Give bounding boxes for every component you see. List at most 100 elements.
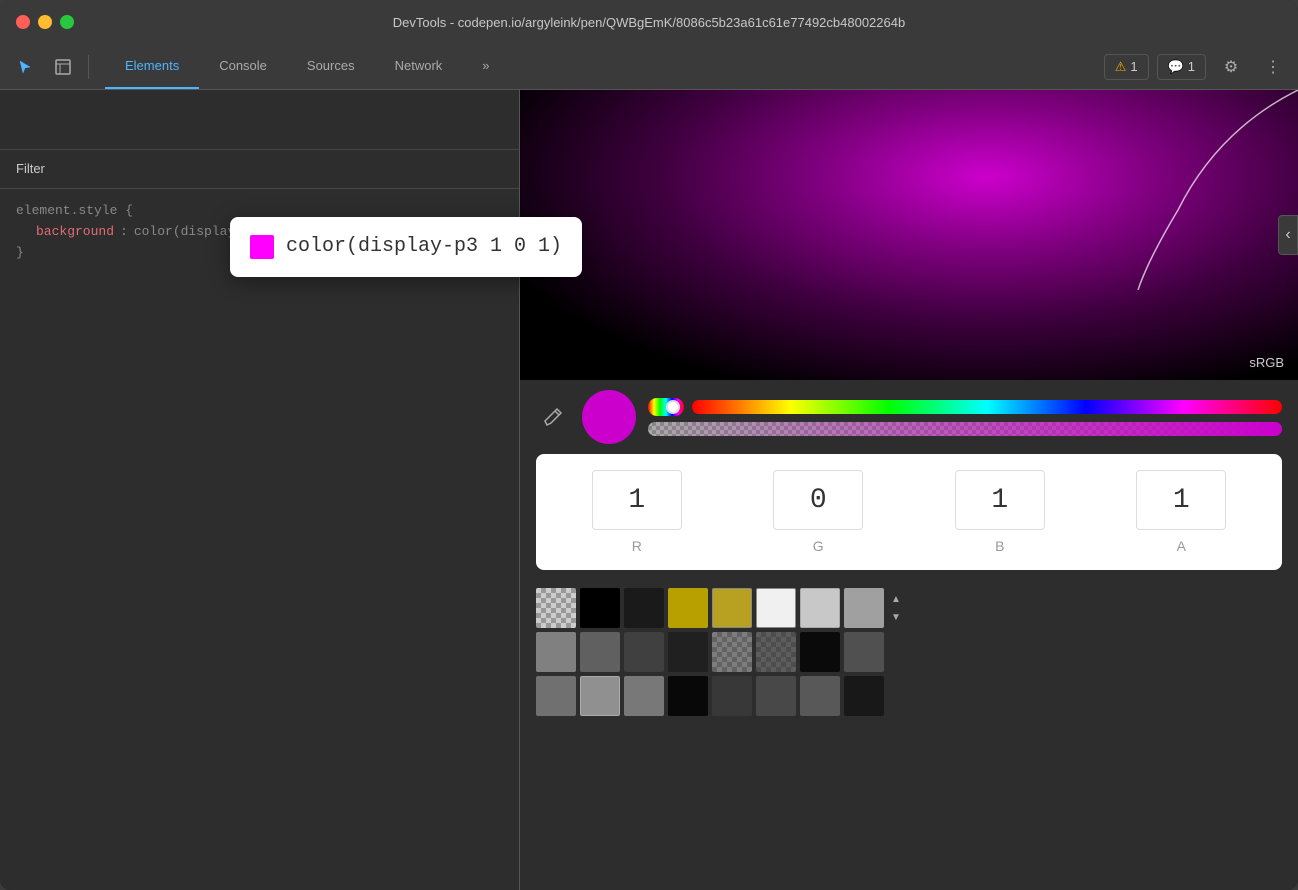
messages-button[interactable]: 💬 1: [1157, 54, 1206, 80]
swatches-area: ▲ ▼: [520, 580, 1298, 890]
swatch-white[interactable]: [756, 588, 796, 628]
tooltip-color-text: color(display-p3 1 0 1): [286, 231, 562, 263]
devtools-window: DevTools - codepen.io/argyleink/pen/QWBg…: [0, 0, 1298, 890]
main-tabs: Elements Console Sources Network »: [105, 44, 510, 89]
tab-network[interactable]: Network: [375, 44, 463, 89]
channel-r-input[interactable]: 1: [592, 470, 682, 530]
left-panel: element.style { background : color(displ…: [0, 90, 520, 890]
swatch-gray1[interactable]: [844, 588, 884, 628]
swatch-dark3[interactable]: [756, 676, 796, 716]
color-sliders: [648, 398, 1282, 436]
warning-icon: ⚠: [1115, 59, 1127, 75]
swatches-row-1: ▲ ▼: [536, 588, 1282, 628]
swatch-dark5[interactable]: [844, 676, 884, 716]
color-inputs-panel: 1 R 0 G 1 B: [536, 454, 1282, 570]
swatch-check3[interactable]: [756, 632, 796, 672]
collapse-panel-button[interactable]: ‹: [1278, 215, 1298, 255]
filter-bar: [0, 150, 519, 189]
swatch-transparent[interactable]: [536, 588, 576, 628]
color-picker-panel: sRGB ‹: [520, 90, 1298, 890]
channel-a-input[interactable]: 1: [1136, 470, 1226, 530]
settings-button[interactable]: ⚙: [1214, 50, 1248, 84]
closing-brace: }: [16, 245, 24, 260]
channel-b-input[interactable]: 1: [955, 470, 1045, 530]
swatch-dark2[interactable]: [712, 676, 752, 716]
tab-console[interactable]: Console: [199, 44, 287, 89]
swatch-gray4[interactable]: [624, 632, 664, 672]
swatch-light1[interactable]: [800, 588, 840, 628]
filter-input[interactable]: [16, 161, 503, 176]
srgb-label: sRGB: [1249, 355, 1284, 370]
maximize-button[interactable]: [60, 15, 74, 29]
warnings-button[interactable]: ⚠ 1: [1104, 54, 1149, 80]
channel-r-label: R: [632, 538, 642, 554]
more-options-button[interactable]: ⋮: [1256, 50, 1290, 84]
eyedropper-button[interactable]: [536, 400, 570, 434]
channel-a-group: 1 A: [1136, 470, 1226, 554]
swatch-gray9[interactable]: [624, 676, 664, 716]
message-icon: 💬: [1168, 59, 1184, 75]
swatch-gray3[interactable]: [580, 632, 620, 672]
message-count: 1: [1188, 59, 1195, 74]
warning-count: 1: [1130, 59, 1137, 74]
hue-slider-row: [648, 398, 1282, 416]
devtools-toolbar: Elements Console Sources Network » ⚠ 1 💬: [0, 44, 1298, 90]
color-controls-row: [520, 380, 1298, 454]
color-channels: 1 R 0 G 1 B: [552, 470, 1266, 554]
swatch-gray2[interactable]: [536, 632, 576, 672]
ellipsis-icon: ⋮: [1265, 57, 1281, 77]
swatches-row-2: [536, 632, 1282, 672]
alpha-slider[interactable]: [648, 422, 1282, 436]
tab-sources[interactable]: Sources: [287, 44, 375, 89]
window-title: DevTools - codepen.io/argyleink/pen/QWBg…: [393, 15, 905, 30]
main-content: element.style { background : color(displ…: [0, 90, 1298, 890]
swatch-gray6[interactable]: [844, 632, 884, 672]
channel-g-group: 0 G: [773, 470, 863, 554]
swatch-black[interactable]: [580, 588, 620, 628]
swatches-grid: ▲ ▼: [536, 588, 1282, 716]
swatch-very-dark[interactable]: [668, 676, 708, 716]
cursor-icon[interactable]: [8, 50, 42, 84]
color-gradient[interactable]: sRGB: [520, 90, 1298, 380]
swatches-row-3: [536, 676, 1282, 716]
traffic-lights: [16, 15, 74, 29]
swatch-gray7[interactable]: [536, 676, 576, 716]
close-button[interactable]: [16, 15, 30, 29]
scroll-up-button[interactable]: ▲: [888, 591, 904, 607]
tooltip-color-swatch[interactable]: [250, 235, 274, 259]
swatch-check2[interactable]: [712, 632, 752, 672]
swatch-dark4[interactable]: [800, 676, 840, 716]
styles-code-area: element.style { background : color(displ…: [0, 189, 519, 275]
color-tooltip-popup: color(display-p3 1 0 1): [230, 217, 582, 277]
gamut-curve: [1098, 90, 1298, 290]
scroll-down-button[interactable]: ▼: [888, 609, 904, 625]
color-preview-area[interactable]: sRGB ‹: [520, 90, 1298, 380]
swatch-gold2[interactable]: [712, 588, 752, 628]
hue-slider[interactable]: [692, 400, 1282, 414]
swatch-gray5[interactable]: [668, 632, 708, 672]
swatches-scroll-controls: ▲ ▼: [888, 591, 904, 625]
swatch-near-black[interactable]: [800, 632, 840, 672]
titlebar: DevTools - codepen.io/argyleink/pen/QWBg…: [0, 0, 1298, 44]
channel-b-value: 1: [991, 485, 1008, 516]
tab-more[interactable]: »: [462, 44, 509, 89]
color-circle-preview[interactable]: [582, 390, 636, 444]
swatch-dark1[interactable]: [624, 588, 664, 628]
channel-r-group: 1 R: [592, 470, 682, 554]
channel-g-value: 0: [810, 485, 827, 516]
channel-a-value: 1: [1173, 485, 1190, 516]
channel-a-label: A: [1177, 538, 1186, 554]
hue-toggle[interactable]: [648, 398, 684, 416]
channel-b-group: 1 B: [955, 470, 1045, 554]
minimize-button[interactable]: [38, 15, 52, 29]
toolbar-divider: [88, 55, 89, 79]
swatch-gray8[interactable]: [580, 676, 620, 716]
channel-b-label: B: [995, 538, 1004, 554]
channel-r-value: 1: [628, 485, 645, 516]
channel-g-input[interactable]: 0: [773, 470, 863, 530]
left-panel-empty: [0, 275, 519, 890]
swatch-gold1[interactable]: [668, 588, 708, 628]
channel-g-label: G: [813, 538, 824, 554]
inspect-icon[interactable]: [46, 50, 80, 84]
tab-elements[interactable]: Elements: [105, 44, 199, 89]
